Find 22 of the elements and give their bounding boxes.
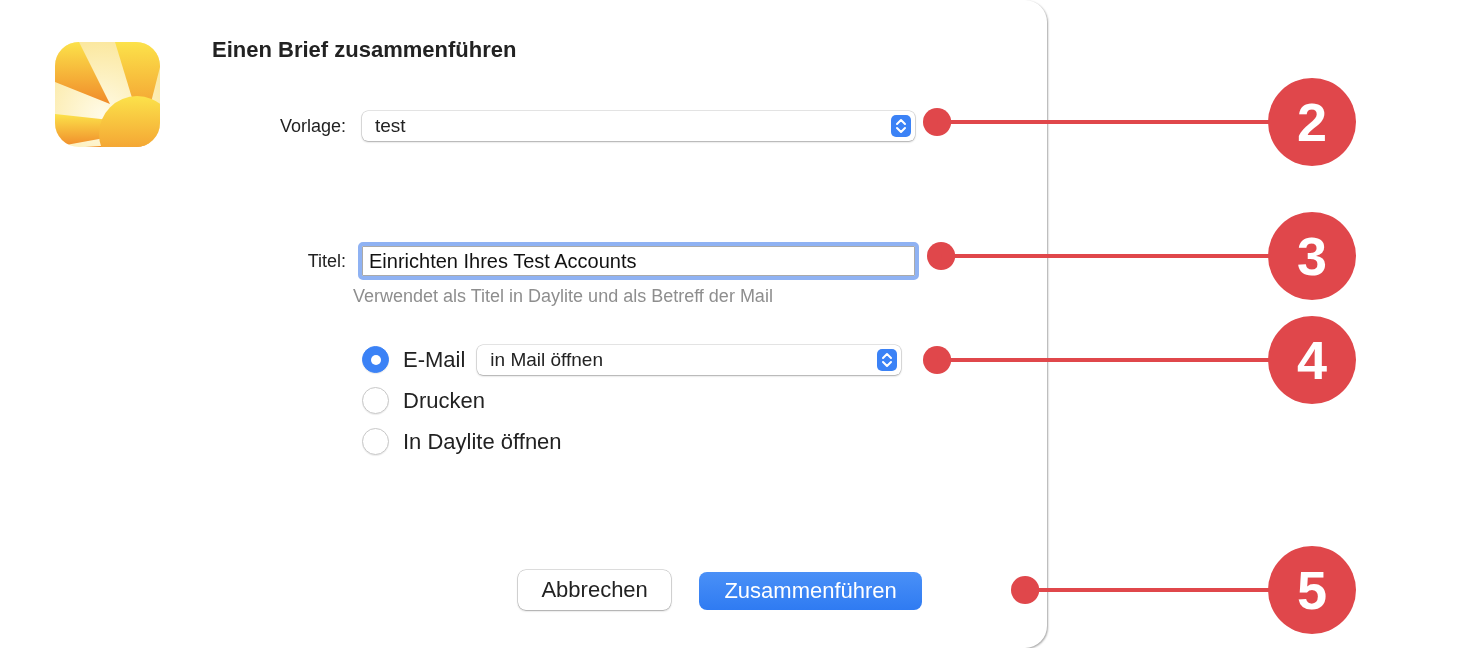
option-label: E-Mail bbox=[403, 346, 466, 373]
app-icon bbox=[55, 42, 160, 147]
callout-badge: 4 bbox=[1268, 316, 1356, 404]
option-label: In Daylite öffnen bbox=[403, 428, 562, 455]
option-label: Drucken bbox=[403, 387, 485, 414]
dialog-title: Einen Brief zusammenführen bbox=[212, 36, 518, 64]
radio-button[interactable] bbox=[362, 346, 389, 373]
template-label: Vorlage: bbox=[278, 115, 346, 137]
radio-button[interactable] bbox=[362, 387, 389, 414]
callout-badge: 2 bbox=[1268, 78, 1356, 166]
title-label: Titel: bbox=[306, 250, 346, 272]
cancel-button[interactable]: Abbrechen bbox=[518, 570, 672, 610]
callout-badge: 3 bbox=[1268, 212, 1356, 300]
hint-text: Verwendet als Titel in Daylite und als Betreff der Mail bbox=[353, 286, 774, 307]
stepper-icon bbox=[891, 115, 911, 137]
stepper-icon bbox=[877, 348, 898, 371]
mail-popup[interactable]: in Mail öffnen bbox=[477, 344, 902, 375]
template-popup[interactable]: test bbox=[362, 111, 915, 141]
radio-button[interactable] bbox=[362, 428, 389, 455]
title-field[interactable]: Einrichten Ihres Test Accounts bbox=[358, 242, 919, 280]
merge-button[interactable]: Zusammenführen bbox=[699, 572, 922, 610]
callout-badge: 5 bbox=[1268, 546, 1356, 634]
